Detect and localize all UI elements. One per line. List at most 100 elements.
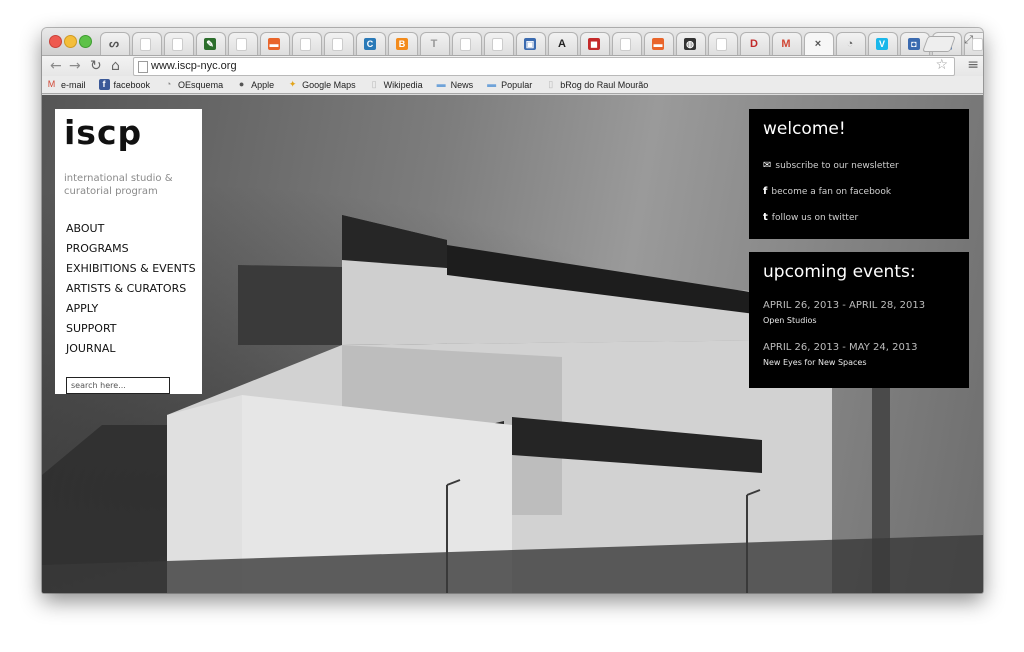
nav-item-exhibitions-events[interactable]: EXHIBITIONS & EVENTS	[66, 259, 196, 279]
bookmark-star-icon[interactable]: ☆	[935, 57, 948, 73]
browser-tab[interactable]	[452, 32, 482, 55]
browser-tab[interactable]: B	[388, 32, 418, 55]
forward-arrow-icon[interactable]: →	[69, 57, 81, 75]
bookmark-item[interactable]: ● Apple	[236, 79, 274, 90]
browser-tab[interactable]	[228, 32, 258, 55]
browser-tab[interactable]: D	[740, 32, 770, 55]
gmail-icon: M	[47, 79, 56, 89]
browser-tab[interactable]: ▣	[516, 32, 546, 55]
browser-toolbar: ← → ↻ ⌂ www.iscp-nyc.org ☆ ≡	[42, 56, 983, 76]
page-icon	[716, 38, 727, 51]
maximize-window-button[interactable]	[79, 35, 92, 48]
bookmark-label: bRog do Raul Mourão	[560, 79, 649, 90]
blue-icon: ▣	[524, 38, 536, 50]
event-name-link[interactable]: Open Studios	[763, 316, 817, 325]
d-icon: D	[750, 38, 758, 50]
web-page: iscp international studio & curatorial p…	[42, 95, 983, 593]
orange-icon: ▬	[652, 38, 664, 50]
browser-tab[interactable]: V	[868, 32, 898, 55]
browser-tab[interactable]: ᔕ	[100, 32, 130, 55]
reload-icon[interactable]: ↻	[90, 57, 102, 75]
close-window-button[interactable]	[49, 35, 62, 48]
events-title: upcoming events:	[763, 262, 916, 282]
bookmark-item[interactable]: ▬ Popular	[486, 79, 532, 90]
blue-icon: ◘	[908, 38, 920, 50]
browser-tab[interactable]: ◍	[676, 32, 706, 55]
browser-tab[interactable]	[484, 32, 514, 55]
facebook-link[interactable]: f become a fan on facebook	[763, 186, 891, 197]
bookmark-item[interactable]: ▬ News	[436, 79, 474, 90]
browser-tab[interactable]	[612, 32, 642, 55]
browser-tab[interactable]: ×	[804, 32, 834, 55]
close-icon: ×	[814, 38, 822, 50]
browser-menu-icon[interactable]: ≡	[967, 56, 979, 74]
browser-tab[interactable]: C	[356, 32, 386, 55]
bookmark-item[interactable]: ▯ Wikipedia	[369, 79, 423, 90]
minimize-window-button[interactable]	[64, 35, 77, 48]
nav-item-apply[interactable]: APPLY	[66, 299, 196, 319]
browser-tab[interactable]: T	[420, 32, 450, 55]
nav-item-support[interactable]: SUPPORT	[66, 319, 196, 339]
folder-icon: ▬	[436, 79, 446, 89]
browser-tab[interactable]	[324, 32, 354, 55]
welcome-panel: welcome! ✉ subscribe to our newsletter f…	[749, 109, 969, 239]
orange-icon: ▬	[268, 38, 280, 50]
page-icon	[492, 38, 503, 51]
bookmark-item[interactable]: Me-mail	[46, 79, 86, 90]
site-tagline: international studio & curatorial progra…	[64, 173, 173, 197]
browser-tab[interactable]	[292, 32, 322, 55]
page-icon	[620, 38, 631, 51]
browser-tab[interactable]: ◔	[836, 32, 866, 55]
browser-tab[interactable]: M	[772, 32, 802, 55]
nav-item-artists-curators[interactable]: ARTISTS & CURATORS	[66, 279, 196, 299]
twitter-link[interactable]: t follow us on twitter	[763, 212, 858, 223]
vimeo-icon: V	[876, 38, 888, 50]
back-arrow-icon[interactable]: ←	[50, 57, 62, 75]
bookmark-item[interactable]: f facebook	[98, 79, 150, 90]
browser-tab[interactable]	[132, 32, 162, 55]
bird-icon: ✎	[204, 38, 216, 50]
newsletter-link[interactable]: ✉ subscribe to our newsletter	[763, 160, 899, 171]
tab-favicon: ᔕ	[109, 38, 119, 50]
bookmark-label: OEsquema	[178, 79, 224, 90]
bookmark-item[interactable]: ✦ Google Maps	[287, 79, 356, 90]
search-input[interactable]	[66, 377, 170, 394]
browser-tab[interactable]: ✎	[196, 32, 226, 55]
bookmark-item[interactable]: ▯ bRog do Raul Mourão	[545, 79, 648, 90]
address-bar[interactable]: www.iscp-nyc.org ☆	[133, 57, 955, 76]
browser-tab[interactable]: ▬	[644, 32, 674, 55]
a-icon: A	[558, 38, 566, 50]
red-icon: ◼	[588, 38, 600, 50]
bookmark-item[interactable]: ◔ OEsquema	[163, 79, 223, 90]
bookmark-label: News	[450, 79, 474, 90]
welcome-title: welcome!	[763, 119, 846, 139]
url-text: www.iscp-nyc.org	[151, 60, 237, 72]
gmail-icon: M	[781, 38, 791, 50]
oesquema-icon: ◔	[165, 79, 172, 89]
blogger-icon: B	[396, 38, 408, 50]
new-tab-button[interactable]	[922, 36, 956, 52]
dark-icon: ◍	[684, 38, 696, 50]
browser-tab[interactable]	[164, 32, 194, 55]
facebook-icon: f	[763, 186, 768, 197]
page-icon	[172, 38, 183, 51]
site-logo[interactable]: iscp	[64, 113, 142, 152]
browser-tab[interactable]	[708, 32, 738, 55]
browser-tab[interactable]: A	[548, 32, 578, 55]
nav-item-about[interactable]: ABOUT	[66, 219, 196, 239]
browser-tab[interactable]: ▬	[260, 32, 290, 55]
bookmark-label: Wikipedia	[383, 79, 423, 90]
nav-item-programs[interactable]: PROGRAMS	[66, 239, 196, 259]
page-icon	[236, 38, 247, 51]
event-name-link[interactable]: New Eyes for New Spaces	[763, 358, 867, 367]
browser-tab[interactable]: ◼	[580, 32, 610, 55]
blue-icon: C	[364, 38, 376, 50]
circle-icon: ◔	[846, 38, 854, 50]
nav-item-journal[interactable]: JOURNAL	[66, 339, 196, 359]
home-icon[interactable]: ⌂	[111, 57, 120, 75]
twitter-link-label: follow us on twitter	[771, 212, 859, 223]
page-icon: ▯	[548, 79, 554, 89]
fullscreen-icon[interactable]: ⤢	[964, 33, 973, 47]
page-icon	[138, 61, 148, 73]
bookmark-label: Google Maps	[302, 79, 356, 90]
